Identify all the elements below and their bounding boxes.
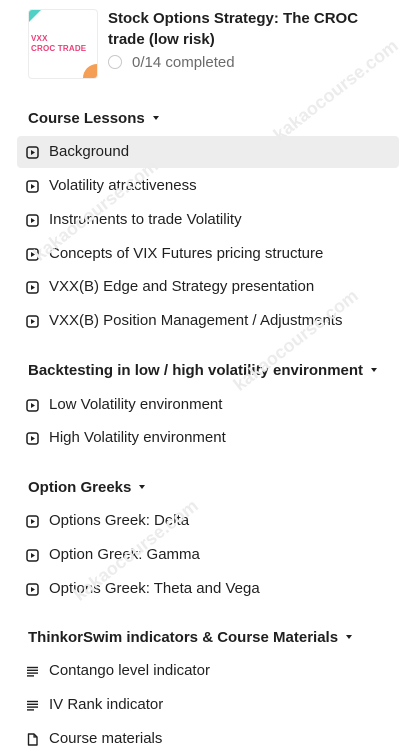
lesson-label: IV Rank indicator (49, 696, 164, 713)
thumbnail-corner-orange (83, 64, 97, 78)
lesson-label: Low Volatility environment (49, 396, 223, 413)
video-icon (26, 280, 39, 294)
lesson-item[interactable]: Options Greek: Delta (17, 505, 399, 537)
section-toggle-thinkorswim[interactable]: ThinkorSwim indicators & Course Material… (28, 627, 353, 647)
lesson-label: Volatility atractiveness (49, 177, 197, 194)
text-lines-icon (26, 699, 39, 712)
video-icon (26, 179, 39, 193)
lesson-item[interactable]: IV Rank indicator (17, 689, 399, 721)
video-icon (26, 145, 39, 159)
course-title: Stock Options Strategy: The CROC trade (… (108, 10, 359, 48)
section-toggle-option-greeks[interactable]: Option Greeks (28, 477, 146, 497)
lesson-label: Options Greek: Theta and Vega (49, 580, 260, 597)
lesson-label: High Volatility environment (49, 429, 226, 446)
course-progress: 0/14 completed (108, 53, 235, 71)
lesson-label: Background (49, 143, 130, 160)
video-icon (26, 514, 39, 528)
thumbnail-text-line1: VXX (31, 34, 48, 43)
video-icon (26, 213, 39, 227)
lesson-item[interactable]: Volatility atractiveness (17, 170, 399, 202)
lesson-label: Course materials (49, 730, 163, 747)
lesson-label: Option Greek: Gamma (49, 546, 200, 563)
document-icon (26, 732, 39, 746)
section-toggle-course-lessons[interactable]: Course Lessons (28, 108, 159, 128)
thumbnail-corner-teal (29, 10, 41, 22)
section-title: Course Lessons (28, 109, 145, 127)
course-header: VXX CROC TRADE Stock Options Strategy: T… (0, 0, 419, 90)
video-icon (26, 582, 39, 596)
lesson-label: VXX(B) Position Management / Adjustments (49, 312, 343, 329)
caret-down-icon (371, 368, 378, 372)
thumbnail-text-line2: CROC TRADE (31, 44, 87, 53)
section-title: ThinkorSwim indicators & Course Material… (28, 628, 339, 646)
lesson-label: Contango level indicator (49, 662, 210, 679)
section-title: Option Greeks (28, 478, 132, 496)
text-lines-icon (26, 665, 39, 678)
lesson-item[interactable]: VXX(B) Position Management / Adjustments (17, 305, 399, 337)
lesson-item[interactable]: Contango level indicator (17, 655, 399, 687)
caret-down-icon (139, 485, 146, 489)
section-toggle-backtesting[interactable]: Backtesting in low / high volatility env… (28, 360, 378, 380)
lesson-label: Instruments to trade Volatility (49, 211, 242, 228)
video-icon (26, 247, 39, 261)
lesson-item[interactable]: Concepts of VIX Futures pricing structur… (17, 238, 399, 270)
course-thumbnail[interactable]: VXX CROC TRADE (28, 9, 98, 79)
caret-down-icon (152, 116, 159, 120)
video-icon (26, 548, 39, 562)
lesson-item[interactable]: Background (17, 136, 399, 168)
lesson-item[interactable]: Instruments to trade Volatility (17, 204, 399, 236)
section-title: Backtesting in low / high volatility env… (28, 361, 364, 379)
lesson-label: Concepts of VIX Futures pricing structur… (49, 245, 324, 262)
progress-text: 0/14 completed (132, 53, 235, 71)
progress-ring-icon (108, 55, 122, 69)
lesson-item[interactable]: High Volatility environment (17, 422, 399, 454)
video-icon (26, 431, 39, 445)
lesson-item[interactable]: VXX(B) Edge and Strategy presentation (17, 271, 399, 303)
lesson-item[interactable]: Course materials (17, 723, 399, 755)
lesson-item[interactable]: Low Volatility environment (17, 389, 399, 421)
caret-down-icon (346, 635, 353, 639)
lesson-label: Options Greek: Delta (49, 512, 190, 529)
video-icon (26, 314, 39, 328)
video-icon (26, 398, 39, 412)
lesson-item[interactable]: Options Greek: Theta and Vega (17, 573, 399, 605)
lesson-label: VXX(B) Edge and Strategy presentation (49, 278, 315, 295)
lesson-item[interactable]: Option Greek: Gamma (17, 539, 399, 571)
